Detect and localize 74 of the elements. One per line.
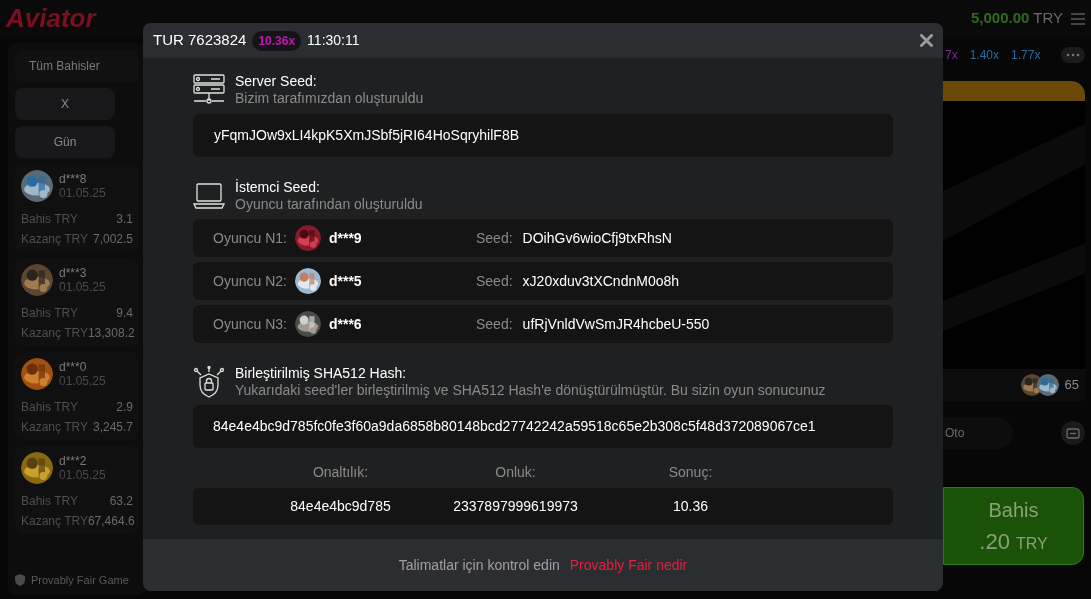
seed-label: Seed: — [476, 314, 513, 334]
provably-fair-link[interactable]: Provably Fair nedir — [569, 554, 688, 576]
stat-label: Bahis TRY — [21, 211, 78, 228]
stat-value: 3.1 — [116, 211, 133, 228]
stat-value: 67,464.6 — [87, 513, 135, 530]
logo: Aviator — [6, 2, 96, 35]
bet-date: 01.05.25 — [59, 280, 106, 294]
section-title: Server Seed: — [235, 73, 318, 90]
seed-value: ufRjVnldVwSmJR4hcbeU-550 — [522, 314, 710, 334]
result-value: 2337897999619973 — [453, 497, 578, 516]
player-name: d***6 — [328, 314, 362, 334]
stat-value: 63.2 — [109, 493, 133, 510]
player-name: d***5 — [328, 271, 362, 291]
round-title: TUR 7623824 — [153, 30, 247, 51]
chat-icon[interactable] — [1061, 421, 1085, 445]
stat-label: Kazanç TRY — [21, 231, 88, 248]
stat-value: 13,308.2 — [87, 325, 135, 342]
multiplier-value: 1.77x — [1011, 47, 1041, 64]
hash-value: 84e4e4bc9d785fc0fe3f60a9da6858b80148bcd27742242a59518c65e2b308c5f48d372089067ce1 — [193, 405, 893, 448]
multiplier-badge: 10.36x — [252, 30, 302, 51]
result-value: 84e4e4bc9d785 — [290, 497, 391, 516]
section-subtitle: Bizim tarafımızdan oluşturuldu — [235, 90, 424, 107]
shield-icon — [15, 573, 25, 586]
section-title: İstemci Seed: — [235, 179, 321, 196]
players-count: 65 — [1064, 376, 1079, 395]
multiplier-value: 7x — [945, 47, 958, 64]
seed-value: yFqmJOw9xLI4kpK5XmJSbf5jRI64HoSqryhilF8B — [193, 114, 893, 157]
shield-lock-icon — [193, 366, 225, 398]
balance-text: 5,000.00 TRY — [970, 8, 1063, 29]
seed-value: DOihGv6wioCfj9txRhsN — [522, 228, 672, 248]
instructions-text: Talimatlar için kontrol edin — [398, 555, 560, 575]
stat-value: 2.9 — [116, 399, 133, 416]
seed-value: xJ20xduv3tXCndnM0o8h — [522, 271, 680, 291]
seed-label: Seed: — [476, 271, 513, 291]
section-subtitle: Yukarıdaki seed'ler birleştirilmiş ve SHA512 Hash'e dönüştürülmüştür. Bu sizin oyun sonucunuz — [235, 382, 826, 399]
more-icon[interactable] — [1061, 47, 1085, 63]
multiplier-value: 1.40x — [969, 47, 1000, 64]
player-label: Oyuncu N1: — [213, 228, 287, 248]
bet-date: 01.05.25 — [59, 186, 106, 200]
bet-date: 01.05.25 — [59, 374, 106, 388]
stat-label: Bahis TRY — [21, 305, 78, 322]
round-time: 11:30:11 — [307, 31, 360, 50]
stat-label: Kazanç TRY — [21, 325, 88, 342]
stat-value: 9.4 — [116, 305, 133, 322]
seed-label: Seed: — [476, 228, 513, 248]
section-subtitle: Oyuncu tarafından oluşturuldu — [235, 196, 423, 213]
filter-button[interactable]: X — [15, 88, 115, 120]
stat-value: 7,002.5 — [92, 231, 133, 248]
column-label: Onluk: — [495, 463, 536, 482]
result-value: 10.36 — [672, 497, 708, 516]
user-name: d***3 — [59, 266, 88, 280]
laptop-icon — [193, 183, 225, 209]
tab[interactable]: Tüm Bahisler — [15, 50, 139, 82]
close-icon[interactable] — [920, 34, 933, 47]
bet-date: 01.05.25 — [59, 468, 106, 482]
user-name: d***8 — [59, 172, 88, 186]
filter-button[interactable]: Gün — [15, 126, 115, 158]
column-label: Onaltılık: — [312, 463, 369, 482]
user-name: d***0 — [59, 360, 88, 374]
column-label: Sonuç: — [668, 463, 713, 482]
section-title: Birleştirilmiş SHA512 Hash: — [235, 365, 408, 382]
bet-button[interactable]: Bahis .20 TRY — [943, 487, 1084, 565]
player-label: Oyuncu N3: — [213, 314, 287, 334]
server-icon — [193, 74, 225, 106]
stat-label: Bahis TRY — [21, 493, 78, 510]
player-label: Oyuncu N2: — [213, 271, 287, 291]
player-name: d***9 — [328, 228, 362, 248]
provably-fair-label: Provably Fair Game — [31, 572, 129, 588]
user-name: d***2 — [59, 454, 88, 468]
stat-label: Kazanç TRY — [21, 419, 88, 436]
mode-tab[interactable]: Oto — [943, 417, 1013, 449]
stat-label: Kazanç TRY — [21, 513, 88, 530]
stat-value: 3,245.7 — [92, 419, 133, 436]
stat-label: Bahis TRY — [21, 399, 78, 416]
